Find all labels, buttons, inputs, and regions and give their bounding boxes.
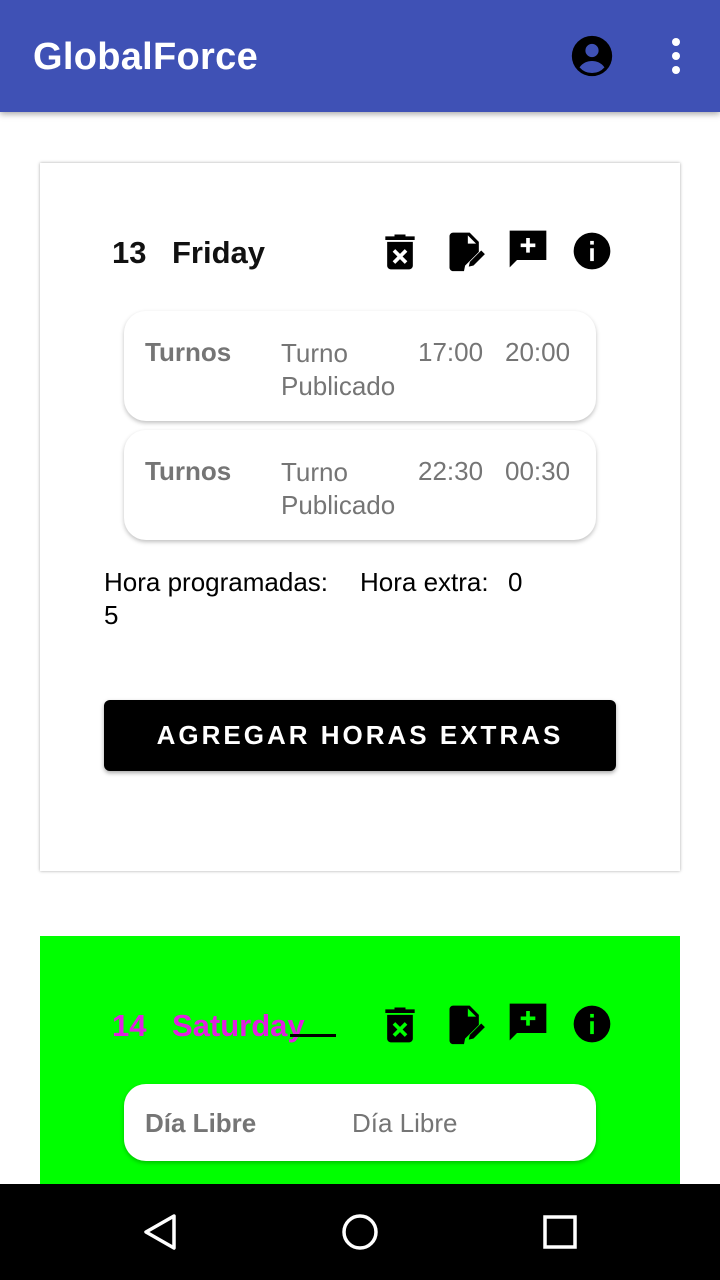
entry-type: Día Libre [145, 1108, 257, 1138]
delete-icon[interactable] [378, 1002, 422, 1046]
add-extra-hours-button[interactable]: AGREGAR HORAS EXTRAS [104, 700, 616, 771]
shift-type: Turnos [145, 456, 232, 486]
day-name: Friday [172, 235, 266, 270]
system-nav-bar [0, 1184, 720, 1280]
add-comment-icon[interactable] [506, 1000, 550, 1044]
scheduled-hours-label: Hora programadas: [104, 567, 328, 597]
shift-item[interactable]: Turnos Turno Publicado 17:00 20:00 [124, 311, 596, 421]
shift-start: 17:00 [418, 337, 484, 367]
shift-status: Turno Publicado [281, 457, 396, 520]
delete-icon[interactable] [378, 229, 422, 273]
shift-end: 20:00 [505, 337, 571, 367]
entry-status: Día Libre [352, 1108, 458, 1138]
edit-note-icon[interactable] [444, 1002, 488, 1046]
shift-start: 22:30 [418, 456, 484, 486]
shift-end: 00:30 [505, 456, 571, 486]
home-icon[interactable] [336, 1208, 384, 1256]
day-off-item[interactable]: Día Libre Día Libre [124, 1084, 596, 1161]
app-title: GlobalForce [33, 36, 259, 78]
back-icon[interactable] [136, 1208, 184, 1256]
shift-item[interactable]: Turnos Turno Publicado 22:30 00:30 [124, 430, 596, 540]
shift-status: Turno Publicado [281, 338, 396, 401]
app-bar: GlobalForce [0, 0, 720, 112]
underline-mark [290, 1034, 336, 1037]
day-number: 14 [112, 1008, 147, 1043]
add-comment-icon[interactable] [506, 227, 550, 271]
info-icon[interactable] [570, 1002, 614, 1046]
edit-note-icon[interactable] [444, 229, 488, 273]
more-vert-icon[interactable] [664, 36, 688, 80]
shift-type: Turnos [145, 337, 232, 367]
recents-icon[interactable] [536, 1208, 584, 1256]
info-icon[interactable] [570, 229, 614, 273]
extra-hours-label: Hora extra: [360, 567, 489, 597]
extra-hours-value: 0 [508, 567, 523, 597]
day-card-saturday: 14 Saturday Día Libre Día Libre [40, 936, 680, 1196]
scheduled-hours-value: 5 [104, 600, 119, 630]
day-name: Saturday [172, 1008, 305, 1043]
day-number: 13 [112, 235, 147, 270]
day-card-friday: 13 Friday Turnos Turno Publicado 17:00 2… [40, 163, 680, 871]
account-circle-icon[interactable] [570, 34, 614, 78]
